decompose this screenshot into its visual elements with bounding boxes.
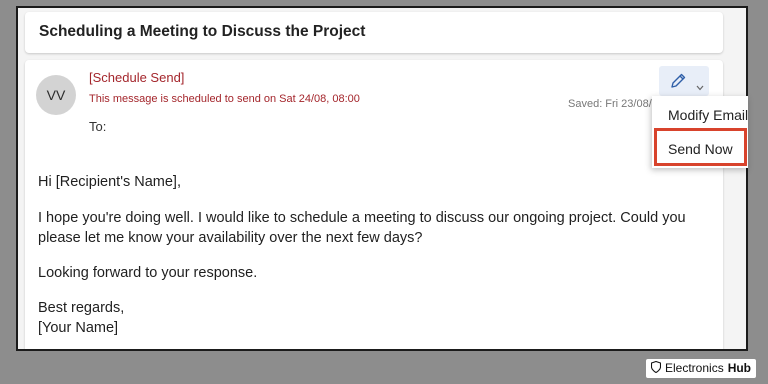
menu-item-modify-email[interactable]: Modify Email bbox=[652, 100, 748, 130]
send-options-menu: Modify Email Send Now bbox=[652, 96, 748, 168]
chevron-down-icon[interactable] bbox=[696, 78, 704, 96]
edit-draft-button[interactable] bbox=[659, 66, 709, 96]
body-paragraph-1-line-1: I hope you're doing well. I would like t… bbox=[38, 210, 686, 226]
email-subject: Scheduling a Meeting to Discuss the Proj… bbox=[39, 23, 366, 40]
body-greeting: Hi [Recipient's Name], bbox=[38, 174, 181, 190]
body-paragraph-1-line-2: please let me know your availability ove… bbox=[38, 230, 423, 246]
avatar-initials: VV bbox=[46, 87, 66, 103]
avatar[interactable]: VV bbox=[36, 75, 76, 115]
message-card: VV [Schedule Send] This message is sched… bbox=[25, 60, 723, 349]
watermark-logo: Electronics Hub bbox=[646, 358, 757, 378]
saved-timestamp: Saved: Fri 23/08/2 bbox=[568, 98, 658, 110]
shield-icon bbox=[650, 360, 662, 376]
to-field-label: To: bbox=[89, 119, 107, 134]
mail-reading-pane: Scheduling a Meeting to Discuss the Proj… bbox=[18, 8, 746, 349]
body-paragraph-2: Looking forward to your response. bbox=[38, 265, 258, 281]
schedule-send-label: [Schedule Send] bbox=[89, 70, 185, 85]
body-signature: [Your Name] bbox=[38, 320, 119, 336]
body-closing: Best regards, bbox=[38, 300, 125, 316]
subject-header: Scheduling a Meeting to Discuss the Proj… bbox=[25, 12, 723, 53]
schedule-send-note: This message is scheduled to send on Sat… bbox=[89, 93, 360, 105]
watermark-brand-bold: Hub bbox=[727, 361, 752, 375]
watermark: Electronics Hub bbox=[646, 358, 758, 378]
pencil-icon[interactable] bbox=[669, 72, 687, 95]
watermark-brand: Electronics bbox=[665, 361, 724, 375]
menu-item-send-now[interactable]: Send Now bbox=[652, 134, 748, 164]
screenshot-frame: Scheduling a Meeting to Discuss the Proj… bbox=[16, 6, 748, 351]
